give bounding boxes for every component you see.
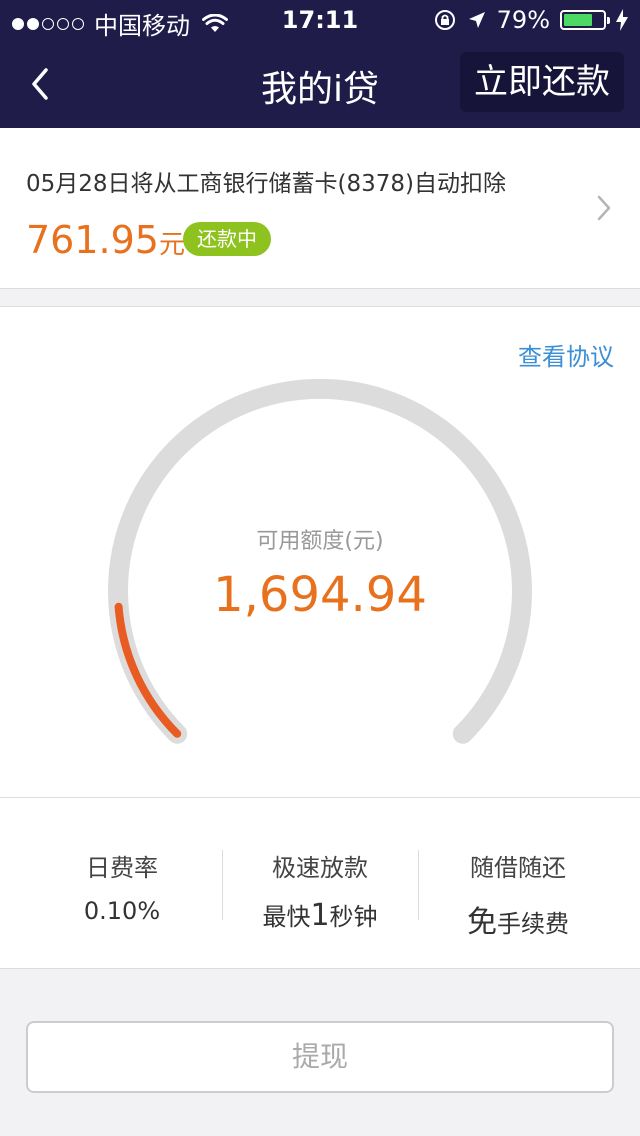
feature-value-suffix: 手续费 xyxy=(497,910,569,938)
feature-value-text: 0.10% xyxy=(83,897,161,925)
available-credit-amount: 1,694.94 xyxy=(213,567,427,623)
deduction-amount: 761.95元 xyxy=(26,218,185,262)
feature-flexible-repay: 随借随还 免手续费 xyxy=(418,848,618,941)
feature-value-emphasis: 免 xyxy=(467,905,497,940)
withdraw-button[interactable]: 提现 xyxy=(26,1021,614,1093)
feature-value: 最快1秒钟 xyxy=(220,897,420,933)
amount-unit: 元 xyxy=(158,230,185,260)
feature-title: 日费率 xyxy=(86,854,158,882)
battery-icon xyxy=(560,10,610,30)
deduction-note: 05月28日将从工商银行储蓄卡(8378)自动扣除 xyxy=(26,171,507,197)
feature-title: 随借随还 xyxy=(470,854,566,882)
gauge-track xyxy=(108,379,532,744)
nav-bar: 我的i贷 立即还款 xyxy=(0,40,640,128)
feature-value: 免手续费 xyxy=(418,897,618,941)
repay-now-button[interactable]: 立即还款 xyxy=(460,52,624,112)
auto-deduction-card[interactable]: 05月28日将从工商银行储蓄卡(8378)自动扣除 761.95元 还款中 xyxy=(0,128,640,289)
available-credit-label: 可用额度(元) xyxy=(256,529,384,554)
credit-gauge-card: 查看协议 可用额度(元) 1,694.94 xyxy=(0,306,640,798)
feature-value-prefix: 最快 xyxy=(262,903,311,931)
location-arrow-icon xyxy=(468,12,485,28)
feature-title: 极速放款 xyxy=(272,854,368,882)
feature-value-suffix: 秒钟 xyxy=(329,903,378,931)
feature-fast-loan: 极速放款 最快1秒钟 xyxy=(220,848,420,933)
feature-value-emphasis: 1 xyxy=(310,898,330,933)
status-badge: 还款中 xyxy=(183,222,271,256)
chevron-right-icon xyxy=(597,195,611,221)
charging-bolt-icon xyxy=(616,9,628,31)
status-bar: 中国移动 17:11 79% xyxy=(0,0,640,40)
status-right: 79% xyxy=(433,6,628,34)
feature-value: 0.10% xyxy=(22,897,222,925)
features-row: 日费率 0.10% 极速放款 最快1秒钟 随借随还 免手续费 xyxy=(0,798,640,969)
battery-percent: 79% xyxy=(496,6,550,34)
orientation-lock-icon xyxy=(434,10,455,30)
battery-level xyxy=(564,14,593,26)
feature-daily-rate: 日费率 0.10% xyxy=(22,848,222,925)
amount-value: 761.95 xyxy=(26,218,159,262)
